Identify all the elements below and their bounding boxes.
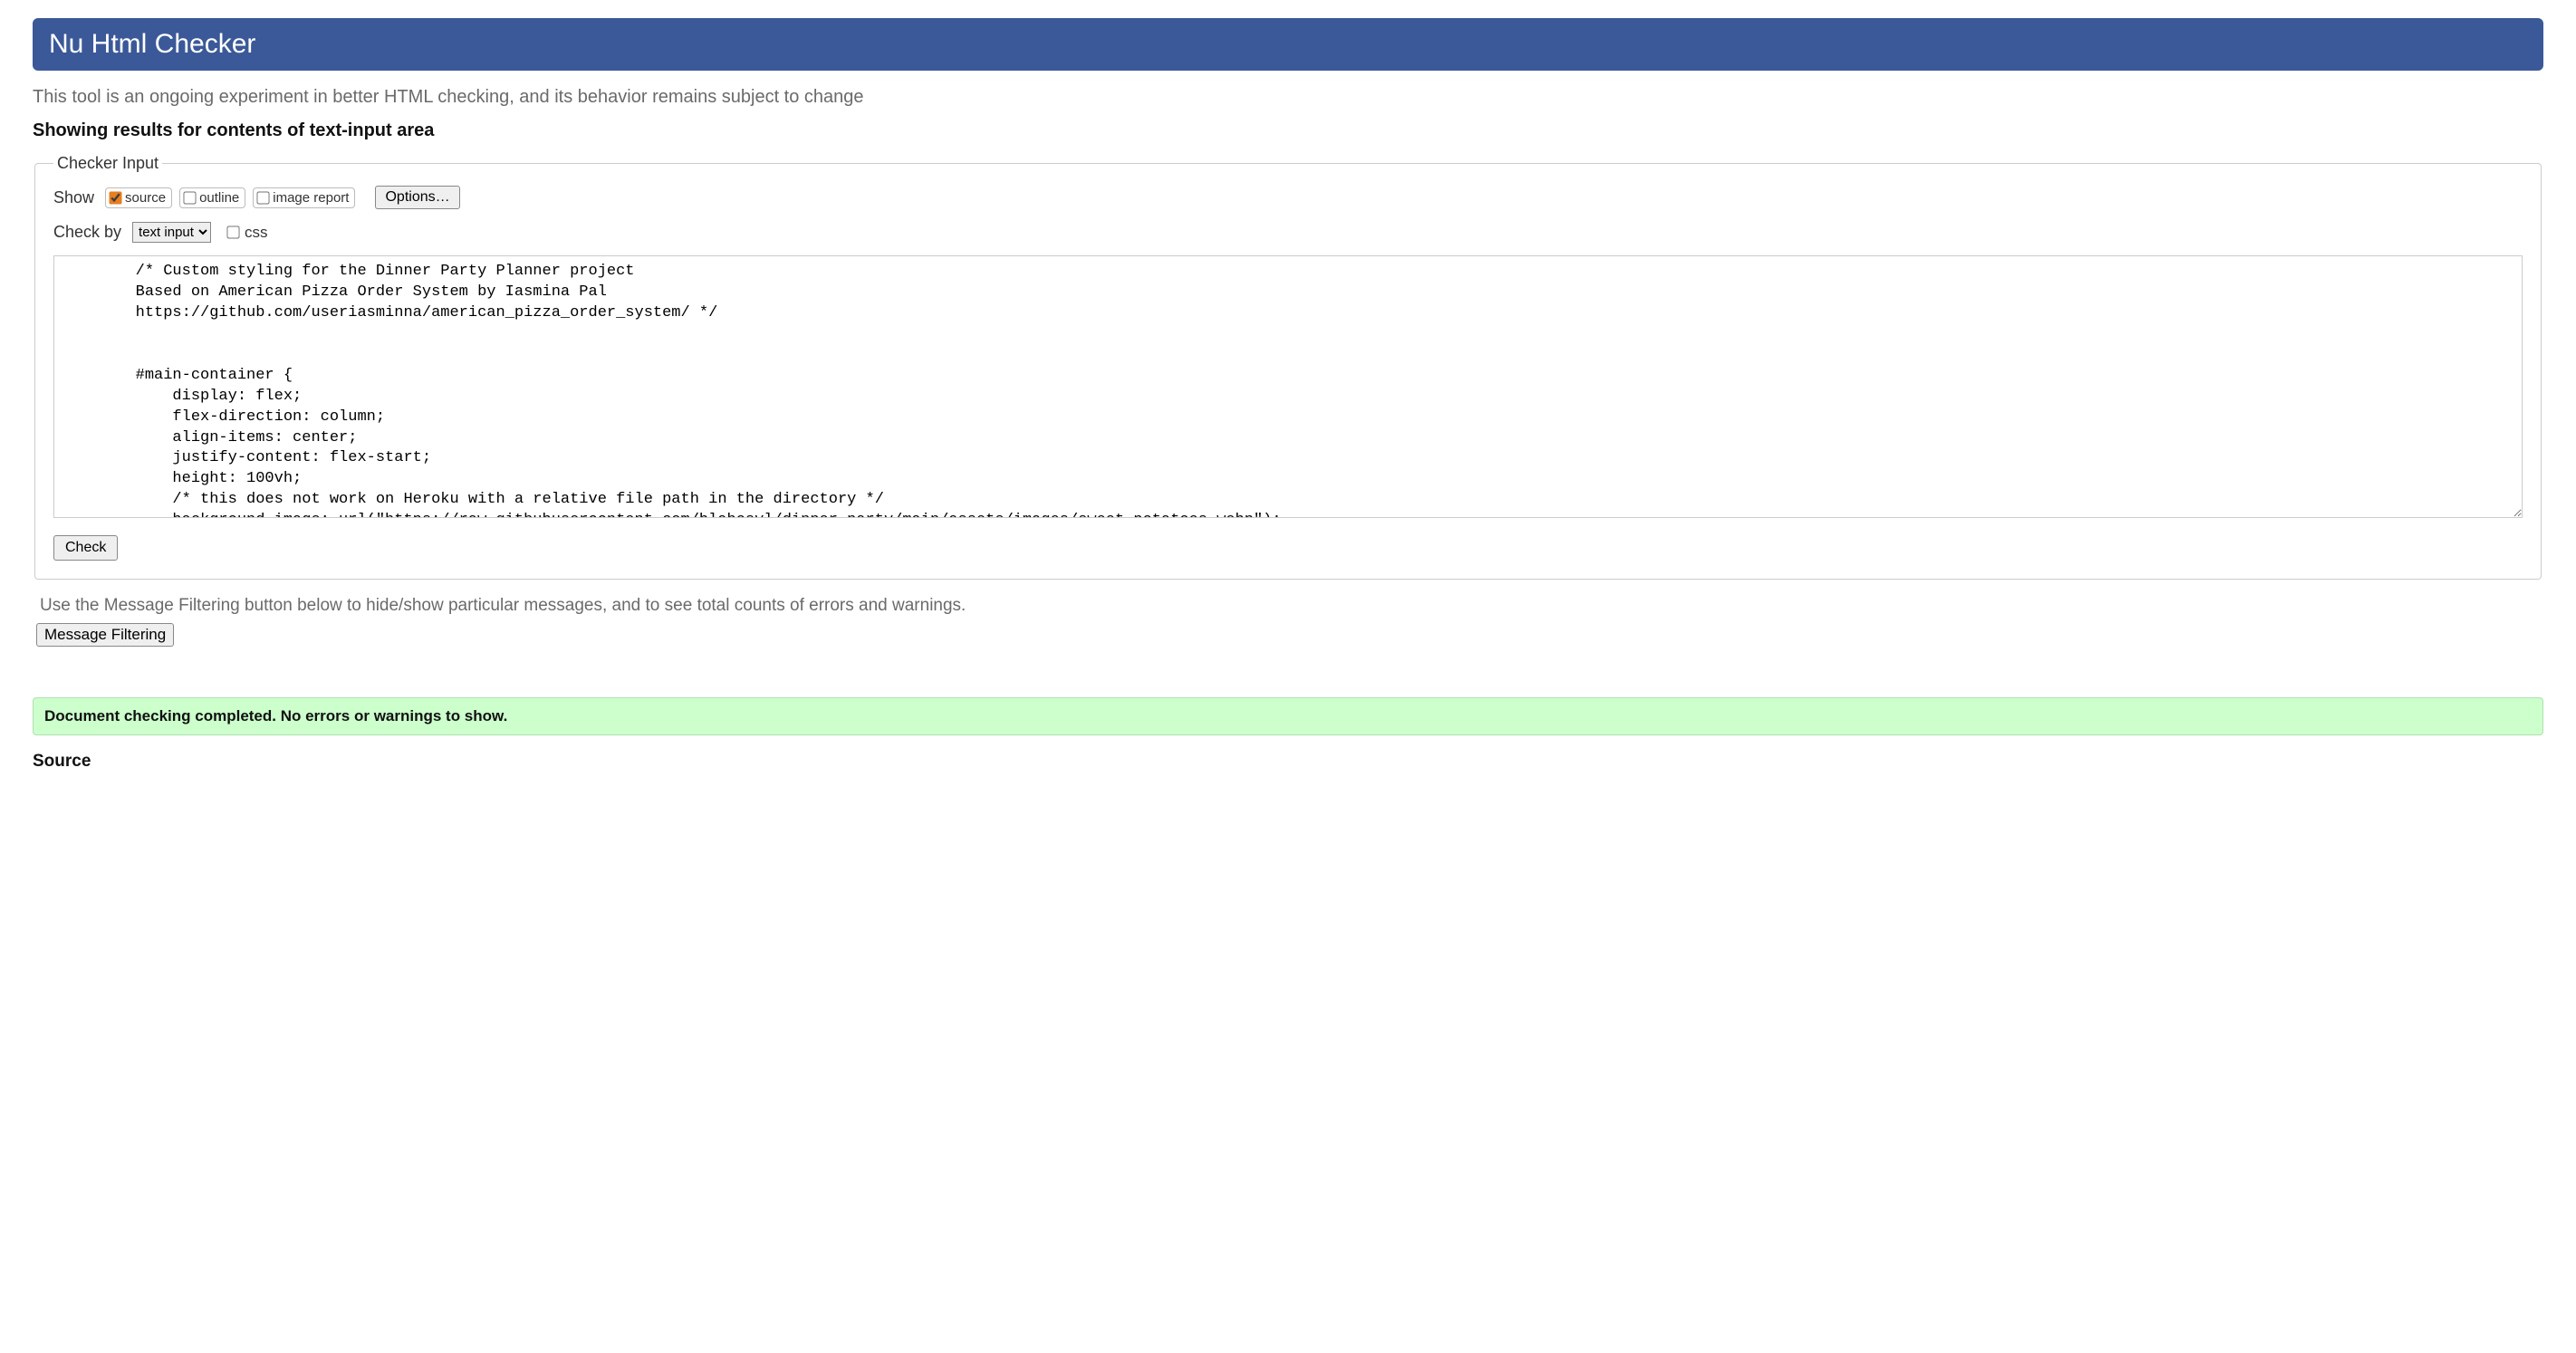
checker-input-fieldset: Checker Input Show source outline image … xyxy=(34,154,2542,580)
source-checkbox[interactable] xyxy=(109,191,121,204)
source-checkbox-label: source xyxy=(125,190,166,206)
checkby-label: Check by xyxy=(53,223,121,242)
checker-input-legend: Checker Input xyxy=(53,154,162,173)
show-label: Show xyxy=(53,188,94,207)
source-heading: Source xyxy=(33,752,2543,772)
outline-checkbox-label: outline xyxy=(199,190,239,206)
page-header: Nu Html Checker xyxy=(33,18,2543,71)
checkby-row: Check by text input css xyxy=(53,222,2523,243)
image-report-checkbox-group[interactable]: image report xyxy=(253,187,355,208)
css-checkbox-group[interactable]: css xyxy=(224,224,268,242)
options-button[interactable]: Options… xyxy=(375,186,459,209)
source-textarea[interactable] xyxy=(53,255,2523,518)
filter-description: Use the Message Filtering button below t… xyxy=(40,596,2543,616)
outline-checkbox[interactable] xyxy=(183,191,196,204)
css-checkbox-label: css xyxy=(245,224,268,242)
image-report-checkbox-label: image report xyxy=(273,190,349,206)
source-checkbox-group[interactable]: source xyxy=(105,187,172,208)
page-title: Nu Html Checker xyxy=(49,29,255,59)
image-report-checkbox[interactable] xyxy=(257,191,270,204)
subtitle-text: This tool is an ongoing experiment in be… xyxy=(33,87,2543,108)
success-banner: Document checking completed. No errors o… xyxy=(33,697,2543,735)
results-heading: Showing results for contents of text-inp… xyxy=(33,120,2543,141)
check-button[interactable]: Check xyxy=(53,535,118,561)
outline-checkbox-group[interactable]: outline xyxy=(179,187,245,208)
css-checkbox[interactable] xyxy=(226,226,239,238)
message-filtering-button[interactable]: Message Filtering xyxy=(36,623,174,647)
checkby-select[interactable]: text input xyxy=(132,222,211,243)
show-row: Show source outline image report Options… xyxy=(53,186,2523,209)
